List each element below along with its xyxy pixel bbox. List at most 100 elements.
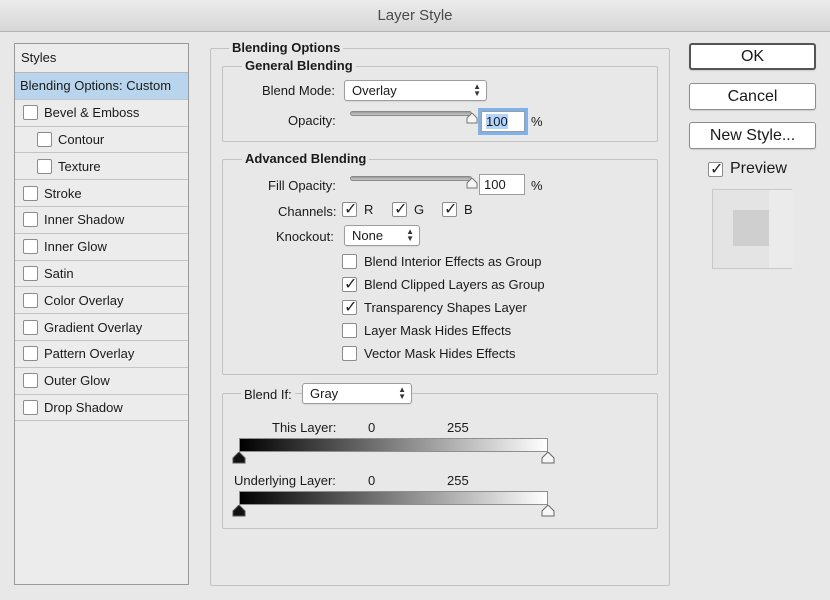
styles-item-inner-glow[interactable]: Inner Glow xyxy=(15,234,188,261)
this-layer-label: This Layer: xyxy=(272,420,337,435)
styles-item-checkbox[interactable] xyxy=(23,239,38,255)
underlying-min-value: 0 xyxy=(368,473,376,488)
styles-item-gradient-overlay[interactable]: Gradient Overlay xyxy=(15,314,188,341)
opacity-value: 100 xyxy=(486,114,508,129)
styles-item-checkbox[interactable] xyxy=(23,212,38,228)
ok-button[interactable]: OK xyxy=(689,43,816,70)
preview-check[interactable] xyxy=(708,159,723,178)
opacity-percent: % xyxy=(531,114,543,129)
preview-checkbox[interactable]: Preview xyxy=(708,159,787,178)
option-blend-interior-effects-as-group[interactable]: Blend Interior Effects as Group xyxy=(342,254,542,269)
option-blend-clipped-layers-as-group[interactable]: Blend Clipped Layers as Group xyxy=(342,274,545,293)
advanced-blending-title: Advanced Blending xyxy=(242,151,370,166)
styles-item-checkbox[interactable] xyxy=(23,319,38,335)
styles-item-checkbox[interactable] xyxy=(23,373,38,389)
styles-item-checkbox[interactable] xyxy=(23,105,38,121)
this-layer-max-value: 255 xyxy=(447,420,469,435)
blend-if-dropdown[interactable]: Gray ▲ ▼ xyxy=(302,383,412,404)
option-vector-mask-hides-effects[interactable]: Vector Mask Hides Effects xyxy=(342,346,516,361)
styles-item-label: Blending Options: Custom xyxy=(20,78,172,94)
styles-item-label: Outer Glow xyxy=(44,373,110,389)
styles-item-drop-shadow[interactable]: Drop Shadow xyxy=(15,395,188,422)
styles-item-label: Bevel & Emboss xyxy=(44,105,140,121)
this-layer-white-slider-icon[interactable] xyxy=(541,452,555,464)
option-checkbox[interactable] xyxy=(342,297,357,316)
option-label: Blend Interior Effects as Group xyxy=(364,254,542,269)
this-layer-black-slider-icon[interactable] xyxy=(232,452,246,464)
option-label: Blend Clipped Layers as Group xyxy=(364,277,545,292)
styles-item-inner-shadow[interactable]: Inner Shadow xyxy=(15,207,188,234)
opacity-input[interactable]: 100 xyxy=(478,108,528,135)
underlying-white-slider-icon[interactable] xyxy=(541,505,555,517)
general-blending-title: General Blending xyxy=(242,58,356,73)
opacity-slider-thumb-icon[interactable] xyxy=(466,113,478,124)
styles-item-checkbox[interactable] xyxy=(23,399,38,415)
preview-strip xyxy=(769,190,793,268)
option-layer-mask-hides-effects[interactable]: Layer Mask Hides Effects xyxy=(342,323,511,338)
styles-item-label: Color Overlay xyxy=(44,292,124,308)
new-style-button[interactable]: New Style... xyxy=(689,122,816,149)
channel-r-checkbox[interactable]: R xyxy=(342,199,374,218)
dropdown-arrows-icon: ▲ ▼ xyxy=(398,385,406,401)
styles-item-pattern-overlay[interactable]: Pattern Overlay xyxy=(15,341,188,368)
styles-item-checkbox[interactable] xyxy=(23,265,38,281)
styles-item-stroke[interactable]: Stroke xyxy=(15,180,188,207)
styles-item-checkbox[interactable] xyxy=(23,346,38,362)
styles-item-checkbox[interactable] xyxy=(37,158,52,174)
styles-item-checkbox[interactable] xyxy=(23,185,38,201)
styles-item-checkbox[interactable] xyxy=(37,131,52,147)
knockout-dropdown[interactable]: None ▲ ▼ xyxy=(344,225,420,246)
option-checkbox[interactable] xyxy=(342,274,357,293)
channel-g-checkbox[interactable]: G xyxy=(392,199,425,218)
channel-b-check[interactable] xyxy=(442,199,457,218)
styles-item-label: Texture xyxy=(58,158,101,174)
underlying-max-value: 255 xyxy=(447,473,469,488)
fill-opacity-slider[interactable] xyxy=(350,176,472,181)
channel-r-check[interactable] xyxy=(342,199,357,218)
styles-item-outer-glow[interactable]: Outer Glow xyxy=(15,368,188,395)
styles-item-color-overlay[interactable]: Color Overlay xyxy=(15,287,188,315)
styles-header[interactable]: Styles xyxy=(15,44,188,73)
underlying-layer-gradient xyxy=(239,491,548,505)
styles-item-satin[interactable]: Satin xyxy=(15,261,188,288)
preview-label: Preview xyxy=(730,160,787,177)
blend-mode-dropdown[interactable]: Overlay ▲ ▼ xyxy=(344,80,487,101)
channel-g-label: G xyxy=(414,202,425,217)
knockout-value: None xyxy=(352,228,384,243)
styles-item-texture[interactable]: Texture xyxy=(15,153,188,181)
window-title: Layer Style xyxy=(377,7,453,24)
styles-item-bevel-emboss[interactable]: Bevel & Emboss xyxy=(15,100,188,127)
fill-opacity-label: Fill Opacity: xyxy=(268,178,336,193)
styles-item-blending-options-custom[interactable]: Blending Options: Custom xyxy=(15,73,188,100)
opacity-slider[interactable] xyxy=(350,111,472,116)
styles-item-label: Drop Shadow xyxy=(44,399,123,415)
styles-list: Styles Blending Options: Custom Bevel & E… xyxy=(14,43,189,585)
option-transparency-shapes-layer[interactable]: Transparency Shapes Layer xyxy=(342,297,527,316)
fill-opacity-input[interactable]: 100 xyxy=(479,174,525,195)
styles-item-checkbox[interactable] xyxy=(23,292,38,308)
underlying-black-slider-icon[interactable] xyxy=(232,505,246,517)
styles-item-label: Satin xyxy=(44,265,74,281)
preview-swatch xyxy=(733,210,769,246)
styles-item-label: Contour xyxy=(58,131,105,147)
channels-label: Channels: xyxy=(278,204,337,219)
option-checkbox[interactable] xyxy=(342,254,357,269)
this-layer-gradient xyxy=(239,438,548,452)
dropdown-arrows-icon: ▲ ▼ xyxy=(406,227,414,243)
fill-opacity-slider-thumb-icon[interactable] xyxy=(466,178,478,189)
general-blending-group xyxy=(222,66,658,142)
cancel-button[interactable]: Cancel xyxy=(689,83,816,110)
channel-g-check[interactable] xyxy=(392,199,407,218)
blend-if-label: Blend If: xyxy=(241,387,295,402)
option-label: Layer Mask Hides Effects xyxy=(364,323,512,338)
styles-item-contour[interactable]: Contour xyxy=(15,127,188,154)
blending-options-title: Blending Options xyxy=(229,40,344,55)
blend-mode-label: Blend Mode: xyxy=(262,83,335,98)
window-title-bar: Layer Style xyxy=(0,0,830,32)
option-label: Vector Mask Hides Effects xyxy=(364,346,516,361)
channel-r-label: R xyxy=(364,202,374,217)
channel-b-label: B xyxy=(464,202,473,217)
option-checkbox[interactable] xyxy=(342,346,357,361)
channel-b-checkbox[interactable]: B xyxy=(442,199,473,218)
option-checkbox[interactable] xyxy=(342,323,357,338)
